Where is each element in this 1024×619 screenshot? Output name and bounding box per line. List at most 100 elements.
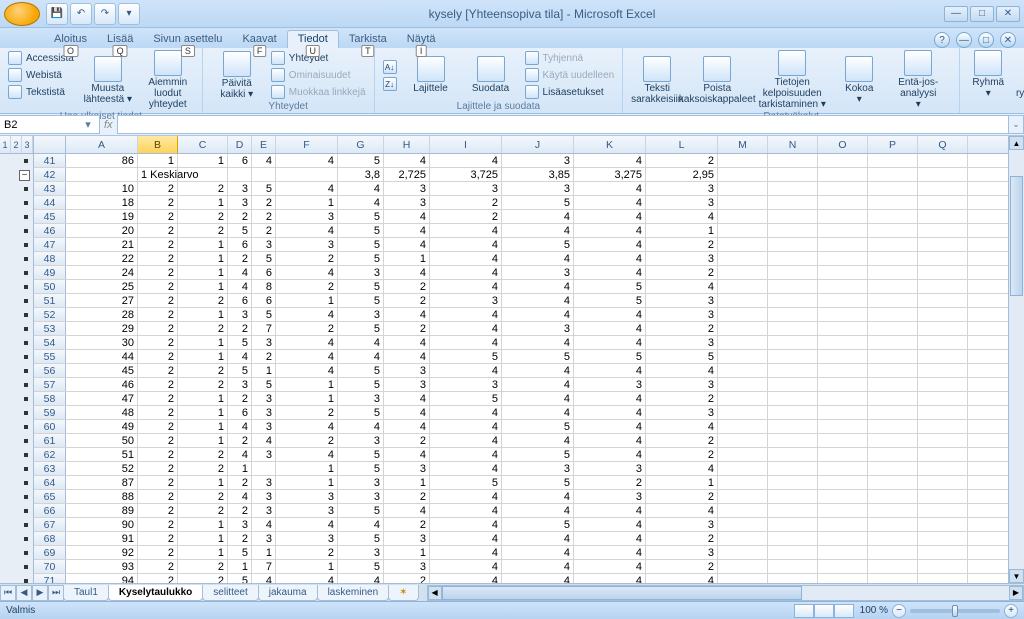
sort-desc-button[interactable]: Z↓ (381, 76, 399, 92)
cell[interactable]: 2 (178, 322, 228, 335)
cell[interactable] (818, 182, 868, 195)
cell[interactable] (768, 546, 818, 559)
cell[interactable] (718, 308, 768, 321)
cell[interactable] (868, 322, 918, 335)
cell[interactable]: 2 (138, 238, 178, 251)
cell[interactable]: 24 (66, 266, 138, 279)
ribbon-restore-icon[interactable]: □ (978, 32, 994, 48)
cell[interactable]: 3,275 (574, 168, 646, 181)
cell[interactable] (818, 350, 868, 363)
row-header[interactable]: 43 (34, 182, 66, 195)
zoom-slider[interactable] (910, 609, 1000, 613)
cell[interactable]: 4 (574, 574, 646, 583)
cell[interactable]: 94 (66, 574, 138, 583)
cell[interactable]: 3 (252, 490, 276, 503)
sort-asc-button[interactable]: A↓ (381, 59, 399, 75)
cell[interactable] (768, 266, 818, 279)
cell[interactable]: 1 (384, 252, 430, 265)
cell[interactable]: 5 (252, 308, 276, 321)
cell[interactable]: 2 (138, 434, 178, 447)
cell[interactable]: 4 (430, 574, 502, 583)
cell[interactable]: 4 (646, 364, 718, 377)
cell[interactable]: 4 (338, 518, 384, 531)
cell[interactable]: 4 (574, 518, 646, 531)
cell[interactable] (918, 406, 968, 419)
cell[interactable] (276, 168, 338, 181)
cell[interactable]: 4 (384, 238, 430, 251)
sheet-tab-taul1[interactable]: Taul1 (63, 585, 109, 601)
cell[interactable]: 4 (384, 336, 430, 349)
cell[interactable]: 4 (502, 490, 574, 503)
cell[interactable]: 4 (276, 448, 338, 461)
cell[interactable]: 2 (138, 210, 178, 223)
cell[interactable]: 4 (384, 504, 430, 517)
cell[interactable]: 5 (228, 574, 252, 583)
cell[interactable]: 1 (178, 420, 228, 433)
row-header[interactable]: 69 (34, 546, 66, 559)
cell[interactable]: 2 (138, 532, 178, 545)
cell[interactable]: 5 (502, 196, 574, 209)
cell[interactable]: 2 (384, 434, 430, 447)
cell[interactable]: 3 (338, 392, 384, 405)
cell[interactable] (868, 364, 918, 377)
cell[interactable]: 5 (252, 182, 276, 195)
cell[interactable]: 3 (430, 182, 502, 195)
cell[interactable] (818, 224, 868, 237)
cell[interactable]: 2 (646, 490, 718, 503)
cell[interactable]: 2 (138, 392, 178, 405)
cell[interactable]: 4 (502, 210, 574, 223)
cell[interactable] (868, 546, 918, 559)
cell[interactable]: 2 (228, 476, 252, 489)
cell[interactable]: 3 (574, 378, 646, 391)
cell[interactable]: 4 (384, 406, 430, 419)
cell[interactable] (818, 434, 868, 447)
cell[interactable] (768, 518, 818, 531)
cell[interactable] (768, 336, 818, 349)
cell[interactable]: 2 (138, 378, 178, 391)
cell[interactable] (818, 266, 868, 279)
cell[interactable] (768, 294, 818, 307)
cell[interactable] (768, 378, 818, 391)
column-header-I[interactable]: I (430, 136, 502, 153)
cell[interactable] (868, 168, 918, 181)
cell[interactable]: 2 (138, 546, 178, 559)
cell[interactable]: 4 (228, 448, 252, 461)
expand-formula-icon[interactable]: ⌄ (1008, 115, 1024, 134)
cell[interactable]: 3 (646, 518, 718, 531)
cell[interactable]: 3 (338, 266, 384, 279)
cell[interactable]: 2,95 (646, 168, 718, 181)
cell[interactable]: 4 (276, 336, 338, 349)
row-header[interactable]: 67 (34, 518, 66, 531)
cell[interactable]: 4 (430, 434, 502, 447)
cell[interactable]: 5 (338, 364, 384, 377)
cell[interactable]: 4 (430, 532, 502, 545)
cell[interactable] (818, 392, 868, 405)
cell[interactable]: 2 (138, 406, 178, 419)
cell[interactable]: 47 (66, 392, 138, 405)
cell[interactable]: 1 (276, 196, 338, 209)
cell[interactable]: 5 (338, 280, 384, 293)
cell[interactable]: 2 (138, 196, 178, 209)
cell[interactable]: 87 (66, 476, 138, 489)
cell[interactable]: 6 (228, 154, 252, 167)
cell[interactable] (868, 252, 918, 265)
cell[interactable]: 4 (574, 308, 646, 321)
cell[interactable]: 6 (252, 266, 276, 279)
cell[interactable] (252, 462, 276, 475)
cell[interactable] (918, 266, 968, 279)
row-header[interactable]: 51 (34, 294, 66, 307)
cell[interactable] (718, 224, 768, 237)
row-header[interactable]: 71 (34, 574, 66, 583)
cell[interactable]: 5 (502, 518, 574, 531)
remove-duplicates-button[interactable]: Poista kaksoiskappaleet (689, 50, 745, 110)
cell[interactable] (918, 448, 968, 461)
refresh-all-button[interactable]: Päivitä kaikki ▾ (209, 50, 265, 100)
cell[interactable]: 4 (252, 434, 276, 447)
cell[interactable]: 3 (574, 490, 646, 503)
cell[interactable] (768, 224, 818, 237)
cell[interactable] (918, 336, 968, 349)
cell[interactable]: 2 (228, 252, 252, 265)
cell[interactable]: 5 (228, 546, 252, 559)
cell[interactable]: 27 (66, 294, 138, 307)
ribbon-tab-tiedot[interactable]: TiedotU (287, 30, 339, 48)
